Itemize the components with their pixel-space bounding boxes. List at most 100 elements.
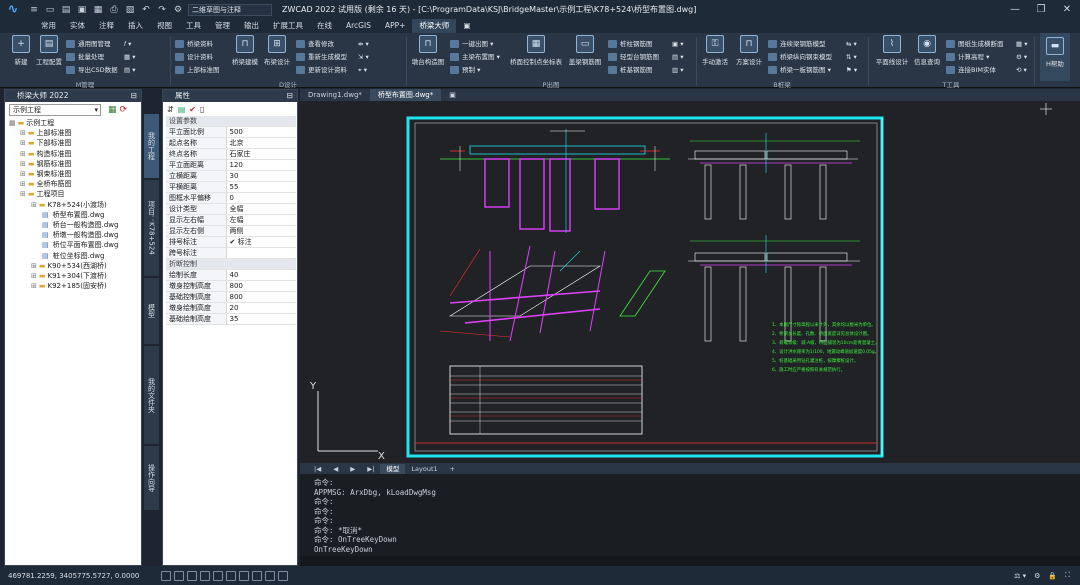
mini-tool-9-icon[interactable]: ⚑ ▾: [846, 65, 857, 76]
tab-my-folder[interactable]: 我的文件夹: [144, 346, 159, 444]
view-edit-button[interactable]: 查看修改: [296, 39, 334, 50]
property-row[interactable]: 终点名称 石家庄: [166, 148, 296, 160]
document-tab[interactable]: 桥型布置图.dwg*: [369, 89, 442, 101]
layout-tab[interactable]: +: [444, 464, 461, 474]
property-row[interactable]: 跨号标注: [166, 247, 296, 259]
fx-icon[interactable]: 𝑓 ▾: [124, 39, 131, 50]
list-icon[interactable]: ▤ ▾: [124, 65, 135, 76]
tree-item[interactable]: ⊞ ▬ K92+185(固安桥): [9, 281, 141, 291]
tree-item[interactable]: ⊞ ▬ K78+524(小渡场): [9, 200, 141, 210]
grid-icon[interactable]: ▦ ▾: [124, 52, 135, 63]
tree-item[interactable]: ⊞ ▬ K90+534(西湖桥): [9, 261, 141, 271]
tab-menu-2[interactable]: 注释: [92, 19, 121, 33]
help-button[interactable]: ▬ H帮助: [1040, 33, 1070, 81]
mini-tool-12-icon[interactable]: ⟲ ▾: [1016, 65, 1027, 76]
tree-item[interactable]: ⊞ ▬ 钢筋标准图: [9, 159, 141, 169]
calc-elevation-button[interactable]: 计算高程 ▾: [946, 52, 989, 63]
property-section[interactable]: 折断控制: [166, 258, 296, 270]
property-row[interactable]: 墩身绘制高度 20: [166, 302, 296, 314]
tp-toggle[interactable]: [265, 570, 275, 581]
property-value[interactable]: 40: [226, 269, 296, 281]
property-value[interactable]: 800: [226, 291, 296, 303]
tab-menu-6[interactable]: 管理: [208, 19, 237, 33]
confirm-icon[interactable]: ✔: [189, 105, 196, 114]
redo-icon[interactable]: ↷: [155, 3, 169, 17]
property-value[interactable]: 120: [226, 159, 296, 171]
new-tab-icon[interactable]: ▣: [441, 89, 464, 101]
plot-icon[interactable]: ▧: [123, 3, 137, 17]
beam-layout-button[interactable]: ⊞ 布梁设计: [262, 35, 292, 66]
qp-toggle[interactable]: [278, 570, 288, 581]
property-row[interactable]: 绘制长度 40: [166, 269, 296, 281]
longitudinal-tendon-button[interactable]: 桥梁纵向钢束模型: [768, 52, 832, 63]
property-value[interactable]: 20: [226, 302, 296, 314]
osnap-toggle[interactable]: [213, 570, 223, 581]
lock-icon[interactable]: 🔒: [1048, 572, 1057, 580]
nav-first-icon[interactable]: |◀: [308, 464, 327, 474]
tab-my-projects[interactable]: 我的工程: [144, 114, 159, 178]
workspace-switch-icon[interactable]: ⚙: [1034, 572, 1040, 580]
property-row[interactable]: 平立面比例 500: [166, 126, 296, 138]
properties-pin-icon[interactable]: ⊟: [287, 90, 293, 102]
tab-menu-3[interactable]: 插入: [121, 19, 150, 33]
tree-item[interactable]: ▦ ▬ 示例工程: [9, 118, 141, 128]
cap-rebar-button[interactable]: ▭ 盖梁钢筋图: [568, 35, 602, 66]
snap-toggle[interactable]: [161, 570, 171, 581]
tree-item[interactable]: ▤ 桩位坐标图.dwg: [9, 251, 141, 261]
grid-toggle[interactable]: [174, 570, 184, 581]
property-row[interactable]: 排号标注 ✔ 标注: [166, 236, 296, 248]
mini-tool-5-icon[interactable]: ▤ ▾: [672, 52, 683, 63]
property-value[interactable]: [226, 247, 296, 259]
property-row[interactable]: 基础绘制高度 35: [166, 313, 296, 325]
plan-line-design-button[interactable]: ⌇ 平面线设计: [874, 35, 910, 66]
batch-process-button[interactable]: 批量处理: [66, 52, 104, 63]
save-as-icon[interactable]: ▦: [91, 3, 105, 17]
property-row[interactable]: 设计类型 全幅: [166, 203, 296, 215]
mini-tool-10-icon[interactable]: ▦ ▾: [1016, 39, 1027, 50]
main-beam-layout-button[interactable]: 主梁布置图 ▾: [450, 52, 500, 63]
polar-toggle[interactable]: [200, 570, 210, 581]
property-row[interactable]: 起点名称 北京: [166, 137, 296, 149]
property-value[interactable]: 石家庄: [226, 148, 296, 160]
property-value[interactable]: 30: [226, 170, 296, 182]
mini-tool-11-icon[interactable]: ⚙ ▾: [1016, 52, 1027, 63]
tree-item[interactable]: ⊞ ▬ K91+304(下渡桥): [9, 271, 141, 281]
continuous-beam-rebar-button[interactable]: 连续梁钢筋模型: [768, 39, 826, 50]
export-csd-button[interactable]: 导出CSD数据: [66, 65, 118, 76]
dyn-toggle[interactable]: [239, 570, 249, 581]
tab-menu-12[interactable]: 桥梁大师: [412, 19, 457, 33]
property-value[interactable]: 800: [226, 280, 296, 292]
deck-control-table-button[interactable]: ▦ 桥面控制点坐标表: [508, 35, 564, 66]
property-row[interactable]: 图框水平偏移 0: [166, 192, 296, 204]
refresh-icon[interactable]: ⟳: [120, 105, 128, 115]
tab-menu-11[interactable]: APP+: [378, 19, 412, 33]
app-logo-icon[interactable]: ∿: [0, 0, 26, 19]
project-config-button[interactable]: ▤ 工程配置: [34, 35, 64, 66]
tab-menu-8[interactable]: 扩展工具: [266, 19, 310, 33]
layout-tab[interactable]: Layout1: [405, 464, 443, 474]
annotation-scale-icon[interactable]: ⚖ ▾: [1014, 572, 1026, 580]
tab-menu-10[interactable]: ArcGIS: [339, 19, 378, 33]
menu-icon[interactable]: ≡: [27, 3, 41, 17]
mini-tool-8-icon[interactable]: ⇅ ▾: [846, 52, 857, 63]
scheme-design-button[interactable]: ⊓ 方案设计: [734, 35, 764, 66]
pier-drawing-button[interactable]: ⊓ 墩台构造图: [410, 35, 446, 66]
property-row[interactable]: 基础控制高度 800: [166, 291, 296, 303]
property-row[interactable]: 立横距离 30: [166, 170, 296, 182]
page-icon[interactable]: ▯: [200, 105, 204, 114]
gen-cross-section-button[interactable]: 图纸生成横断面: [946, 39, 1004, 50]
sort-icon[interactable]: ⇵: [167, 105, 174, 114]
category-icon[interactable]: ▤: [178, 105, 186, 114]
panel-pin-icon[interactable]: ⊟: [131, 90, 137, 102]
one-key-output-button[interactable]: 一键出图 ▾: [450, 39, 493, 50]
tab-menu-5[interactable]: 工具: [179, 19, 208, 33]
project-select[interactable]: 示例工程 ▾: [9, 104, 101, 116]
tree-item[interactable]: ▤ 桥型布置图.dwg: [9, 210, 141, 220]
workspace-gear-icon[interactable]: ⚙: [171, 3, 185, 17]
mini-tool-1-icon[interactable]: ⇹ ▾: [358, 39, 369, 50]
pile-column-rebar-button[interactable]: 桩柱钢筋图: [608, 39, 653, 50]
property-row[interactable]: 墩身控制高度 800: [166, 280, 296, 292]
workspace-select[interactable]: 二维草图与注释: [188, 3, 272, 16]
property-row[interactable]: 显示左右幅 左幅: [166, 214, 296, 226]
tree-item[interactable]: ▤ 桥位平面布置图.dwg: [9, 240, 141, 250]
